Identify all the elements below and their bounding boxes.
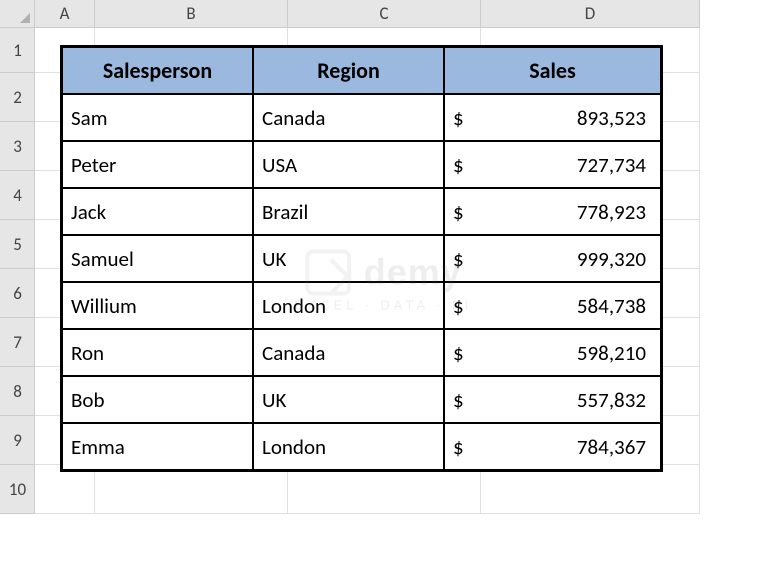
table-row: BobUK$557,832 xyxy=(62,376,661,423)
cell-salesperson[interactable]: Ron xyxy=(62,329,253,376)
cell-region[interactable]: Brazil xyxy=(253,188,444,235)
table-row: PeterUSA$727,734 xyxy=(62,141,661,188)
table-row: RonCanada$598,210 xyxy=(62,329,661,376)
cell-sales[interactable]: $598,210 xyxy=(444,329,661,376)
select-all-corner[interactable] xyxy=(0,0,35,28)
currency-symbol: $ xyxy=(453,246,464,272)
cell-sales[interactable]: $893,523 xyxy=(444,94,661,141)
table-row: JackBrazil$778,923 xyxy=(62,188,661,235)
cell-sales[interactable]: $557,832 xyxy=(444,376,661,423)
cell-region[interactable]: UK xyxy=(253,235,444,282)
sales-amount: 778,923 xyxy=(577,199,652,225)
cell-salesperson[interactable]: Jack xyxy=(62,188,253,235)
cell-sales[interactable]: $727,734 xyxy=(444,141,661,188)
cell-region[interactable]: London xyxy=(253,282,444,329)
cell-salesperson[interactable]: Bob xyxy=(62,376,253,423)
sales-amount: 999,320 xyxy=(577,246,652,272)
row-header-10[interactable]: 10 xyxy=(0,465,35,514)
cell-region[interactable]: UK xyxy=(253,376,444,423)
row-header-9[interactable]: 9 xyxy=(0,416,35,465)
row-header-2[interactable]: 2 xyxy=(0,73,35,122)
cell-salesperson[interactable]: Willium xyxy=(62,282,253,329)
select-all-triangle-icon xyxy=(20,13,30,23)
cell-sales[interactable]: $584,738 xyxy=(444,282,661,329)
currency-symbol: $ xyxy=(453,340,464,366)
cell-salesperson[interactable]: Sam xyxy=(62,94,253,141)
column-header-d[interactable]: D xyxy=(481,0,700,28)
cell-D10[interactable] xyxy=(481,465,700,514)
sales-amount: 784,367 xyxy=(577,434,652,460)
table-header-sales[interactable]: Sales xyxy=(444,47,661,94)
sales-amount: 557,832 xyxy=(577,387,652,413)
row-headers: 12345678910 xyxy=(0,28,35,514)
cell-A10[interactable] xyxy=(35,465,95,514)
sales-amount: 893,523 xyxy=(577,105,652,131)
sales-amount: 584,738 xyxy=(577,293,652,319)
column-headers: ABCD xyxy=(35,0,700,28)
column-header-b[interactable]: B xyxy=(95,0,288,28)
column-header-a[interactable]: A xyxy=(35,0,95,28)
cell-salesperson[interactable]: Samuel xyxy=(62,235,253,282)
row-header-7[interactable]: 7 xyxy=(0,318,35,367)
table-row: SamuelUK$999,320 xyxy=(62,235,661,282)
cell-region[interactable]: Canada xyxy=(253,329,444,376)
sales-amount: 727,734 xyxy=(577,152,652,178)
cell-C10[interactable] xyxy=(288,465,481,514)
row-header-3[interactable]: 3 xyxy=(0,122,35,171)
cell-region[interactable]: USA xyxy=(253,141,444,188)
row-header-4[interactable]: 4 xyxy=(0,171,35,220)
cell-salesperson[interactable]: Peter xyxy=(62,141,253,188)
currency-symbol: $ xyxy=(453,199,464,225)
currency-symbol: $ xyxy=(453,293,464,319)
currency-symbol: $ xyxy=(453,152,464,178)
cell-region[interactable]: Canada xyxy=(253,94,444,141)
cell-sales[interactable]: $784,367 xyxy=(444,423,661,470)
cell-salesperson[interactable]: Emma xyxy=(62,423,253,470)
table-row: WilliumLondon$584,738 xyxy=(62,282,661,329)
table-row: SamCanada$893,523 xyxy=(62,94,661,141)
cell-region[interactable]: London xyxy=(253,423,444,470)
cell-sales[interactable]: $999,320 xyxy=(444,235,661,282)
table-row: EmmaLondon$784,367 xyxy=(62,423,661,470)
row-header-1[interactable]: 1 xyxy=(0,28,35,73)
currency-symbol: $ xyxy=(453,105,464,131)
column-header-c[interactable]: C xyxy=(288,0,481,28)
cell-sales[interactable]: $778,923 xyxy=(444,188,661,235)
data-table: SalespersonRegionSalesSamCanada$893,523P… xyxy=(60,45,663,472)
table-header-region[interactable]: Region xyxy=(253,47,444,94)
table-header-salesperson[interactable]: Salesperson xyxy=(62,47,253,94)
cell-B10[interactable] xyxy=(95,465,288,514)
currency-symbol: $ xyxy=(453,387,464,413)
currency-symbol: $ xyxy=(453,434,464,460)
row-header-8[interactable]: 8 xyxy=(0,367,35,416)
row-header-5[interactable]: 5 xyxy=(0,220,35,269)
row-header-6[interactable]: 6 xyxy=(0,269,35,318)
sales-amount: 598,210 xyxy=(577,340,652,366)
